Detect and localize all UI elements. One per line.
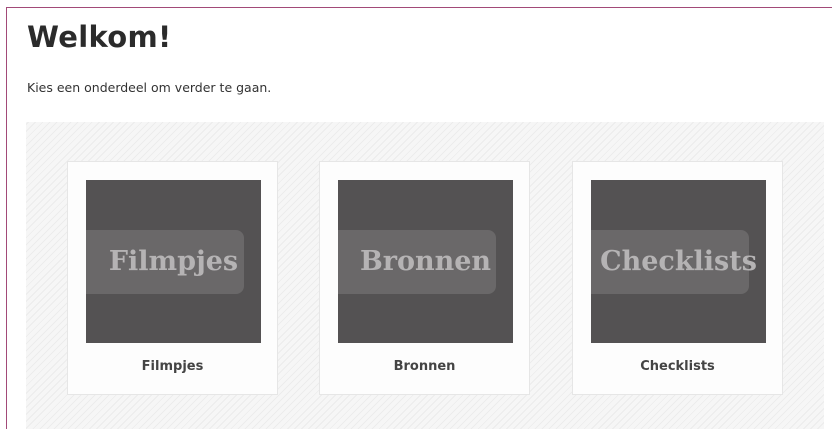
tile-image-text: Filmpjes: [108, 246, 239, 277]
tiles-area: Filmpjes Filmpjes Bronnen Bronnen Checkl…: [26, 122, 824, 429]
tile-checklists-caption[interactable]: Checklists: [573, 359, 782, 374]
frame-left-border: [6, 7, 7, 429]
tile-filmpjes-image[interactable]: Filmpjes: [86, 180, 261, 343]
page-title: Welkom!: [27, 20, 172, 54]
tile-bronnen[interactable]: Bronnen Bronnen: [319, 161, 530, 395]
tile-checklists[interactable]: Checklists Checklists: [572, 161, 783, 395]
frame-top-border: [6, 7, 832, 8]
tile-image-text: Bronnen: [359, 246, 492, 277]
tile-filmpjes[interactable]: Filmpjes Filmpjes: [67, 161, 278, 395]
tile-filmpjes-caption[interactable]: Filmpjes: [68, 359, 277, 374]
page-intro: Kies een onderdeel om verder te gaan.: [27, 80, 272, 95]
tile-checklists-image[interactable]: Checklists: [591, 180, 766, 343]
tile-bronnen-image[interactable]: Bronnen: [338, 180, 513, 343]
page-frame: Welkom! Kies een onderdeel om verder te …: [0, 0, 832, 429]
tile-image-text: Checklists: [600, 246, 757, 277]
tile-bronnen-caption[interactable]: Bronnen: [320, 359, 529, 374]
